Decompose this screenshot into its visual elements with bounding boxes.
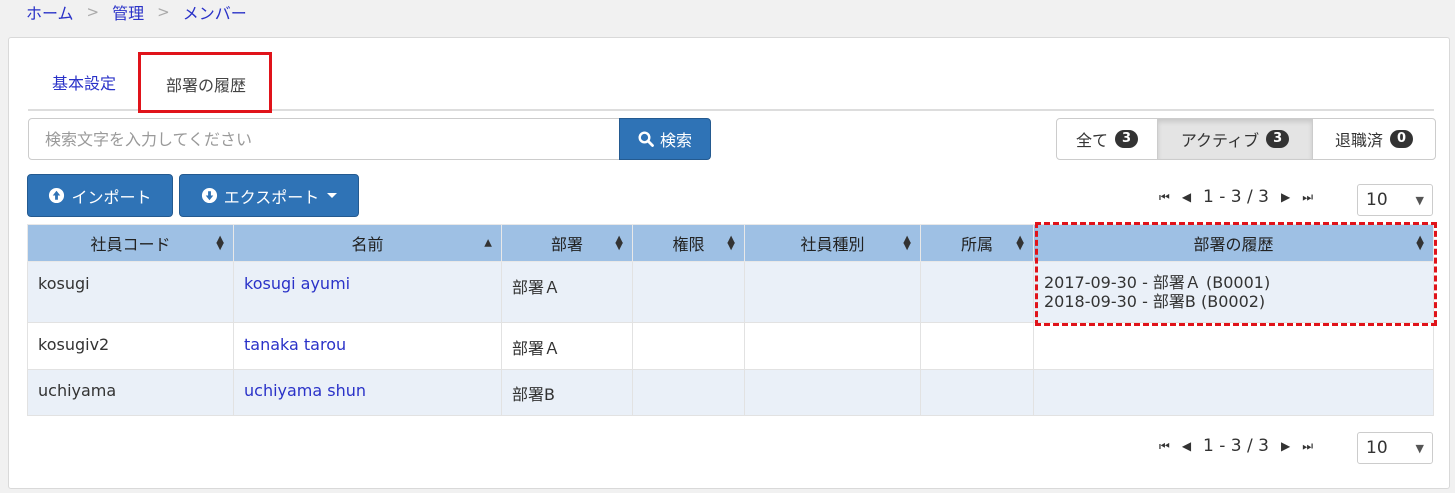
breadcrumb-members[interactable]: メンバー — [183, 0, 247, 24]
highlight-box-tab — [138, 52, 272, 113]
caret-down-icon — [327, 193, 338, 198]
cell-role — [632, 369, 745, 416]
prev-page-icon[interactable]: ◀ — [1182, 190, 1191, 204]
cell-employee-type — [744, 322, 921, 370]
cell-employee-type — [744, 369, 921, 416]
column-header-department[interactable]: 部署 ▲ ▼ — [501, 224, 633, 262]
cell-name: kosugi ayumi — [233, 261, 502, 323]
search-icon — [638, 131, 654, 147]
column-header-employee-type[interactable]: 社員種別 ▲ ▼ — [744, 224, 921, 262]
cell-affiliation — [920, 369, 1034, 416]
column-header-name[interactable]: 名前 ▲ — [233, 224, 502, 262]
table-row[interactable]: uchiyama uchiyama shun 部署B — [27, 369, 1434, 416]
filter-retired-label: 退職済 — [1334, 131, 1383, 150]
export-dropdown-button[interactable]: エクスポート — [179, 174, 359, 217]
cell-role — [632, 322, 745, 370]
filter-active-count-badge: 3 — [1266, 130, 1290, 148]
column-header-affiliation[interactable]: 所属 ▲ ▼ — [920, 224, 1034, 262]
cell-role — [632, 261, 745, 323]
last-page-icon[interactable]: ⏭ — [1302, 190, 1313, 205]
cell-name: uchiyama shun — [233, 369, 502, 416]
filter-active-label: アクティブ — [1180, 131, 1260, 150]
sort-icon: ▲ ▼ — [1016, 234, 1024, 252]
breadcrumb-admin[interactable]: 管理 — [112, 0, 144, 24]
pagination-top: ⏮ ◀ 1 - 3 / 3 ▶ ⏭ — [1153, 187, 1319, 207]
breadcrumb-home[interactable]: ホーム — [26, 0, 74, 24]
prev-page-icon[interactable]: ◀ — [1182, 439, 1191, 453]
per-page-value: 10 — [1366, 438, 1388, 458]
last-page-icon[interactable]: ⏭ — [1302, 439, 1313, 454]
cell-affiliation — [920, 261, 1034, 323]
cell-department: 部署B — [501, 369, 633, 416]
cell-name: tanaka tarou — [233, 322, 502, 370]
member-name-link[interactable]: tanaka tarou — [244, 335, 346, 354]
table-row[interactable]: kosugiv2 tanaka tarou 部署Ａ — [27, 322, 1434, 370]
import-button-label: インポート — [71, 187, 152, 207]
cell-department: 部署Ａ — [501, 322, 633, 370]
import-button[interactable]: インポート — [27, 174, 173, 217]
per-page-value: 10 — [1366, 190, 1388, 210]
column-header-role[interactable]: 権限 ▲ ▼ — [632, 224, 745, 262]
download-circle-icon — [201, 187, 217, 204]
search-input[interactable] — [28, 118, 620, 160]
cell-employee-type — [744, 261, 921, 323]
cell-code: kosugi — [27, 261, 234, 323]
search-button[interactable]: 検索 — [619, 118, 711, 160]
breadcrumb: ホーム > 管理 > メンバー — [26, 0, 247, 24]
member-name-link[interactable]: kosugi ayumi — [244, 274, 350, 293]
breadcrumb-separator: > — [86, 3, 100, 21]
filter-all-label: 全て — [1075, 131, 1108, 150]
chevron-down-icon: ▼ — [1415, 441, 1424, 455]
column-header-code[interactable]: 社員コード ▲ ▼ — [27, 224, 234, 262]
cell-code: uchiyama — [27, 369, 234, 416]
sort-icon: ▲ ▼ — [727, 234, 735, 252]
tab-basic-settings[interactable]: 基本設定 — [28, 53, 140, 111]
first-page-icon[interactable]: ⏮ — [1159, 439, 1170, 454]
sort-icon: ▲ ▼ — [615, 234, 623, 252]
filter-retired-count-badge: 0 — [1389, 130, 1414, 148]
per-page-select[interactable]: 10 ▼ — [1357, 184, 1433, 216]
cell-affiliation — [920, 322, 1034, 370]
next-page-icon[interactable]: ▶ — [1281, 439, 1290, 453]
page-range: 1 - 3 / 3 — [1203, 436, 1269, 456]
export-button-label: エクスポート — [223, 187, 320, 207]
filter-retired-button[interactable]: 退職済 0 — [1312, 118, 1436, 160]
member-name-link[interactable]: uchiyama shun — [244, 381, 366, 400]
cell-department-history — [1033, 322, 1434, 370]
cell-department-history — [1033, 369, 1434, 416]
members-panel: 基本設定 部署の履歴 検索 全て 3 アクティブ 3 退職済 0 インポート — [8, 37, 1450, 489]
chevron-down-icon: ▼ — [1415, 193, 1424, 207]
filter-all-count-badge: 3 — [1114, 130, 1139, 148]
sort-icon: ▲ ▼ — [216, 234, 224, 252]
page-range: 1 - 3 / 3 — [1203, 187, 1269, 207]
search-button-label: 検索 — [659, 131, 692, 150]
next-page-icon[interactable]: ▶ — [1281, 190, 1290, 204]
pagination-bottom: ⏮ ◀ 1 - 3 / 3 ▶ ⏭ — [1153, 436, 1319, 456]
highlight-box-history — [1035, 222, 1437, 326]
sort-icon: ▲ ▼ — [903, 234, 911, 252]
per-page-select[interactable]: 10 ▼ — [1357, 432, 1433, 464]
filter-active-button[interactable]: アクティブ 3 — [1157, 118, 1313, 160]
sort-asc-icon: ▲ — [484, 237, 492, 249]
status-filter-group: 全て 3 アクティブ 3 退職済 0 — [1056, 118, 1436, 160]
first-page-icon[interactable]: ⏮ — [1159, 190, 1170, 205]
cell-department: 部署Ａ — [501, 261, 633, 323]
upload-circle-icon — [49, 187, 65, 204]
cell-code: kosugiv2 — [27, 322, 234, 370]
breadcrumb-separator: > — [157, 3, 170, 21]
filter-all-button[interactable]: 全て 3 — [1056, 118, 1158, 160]
